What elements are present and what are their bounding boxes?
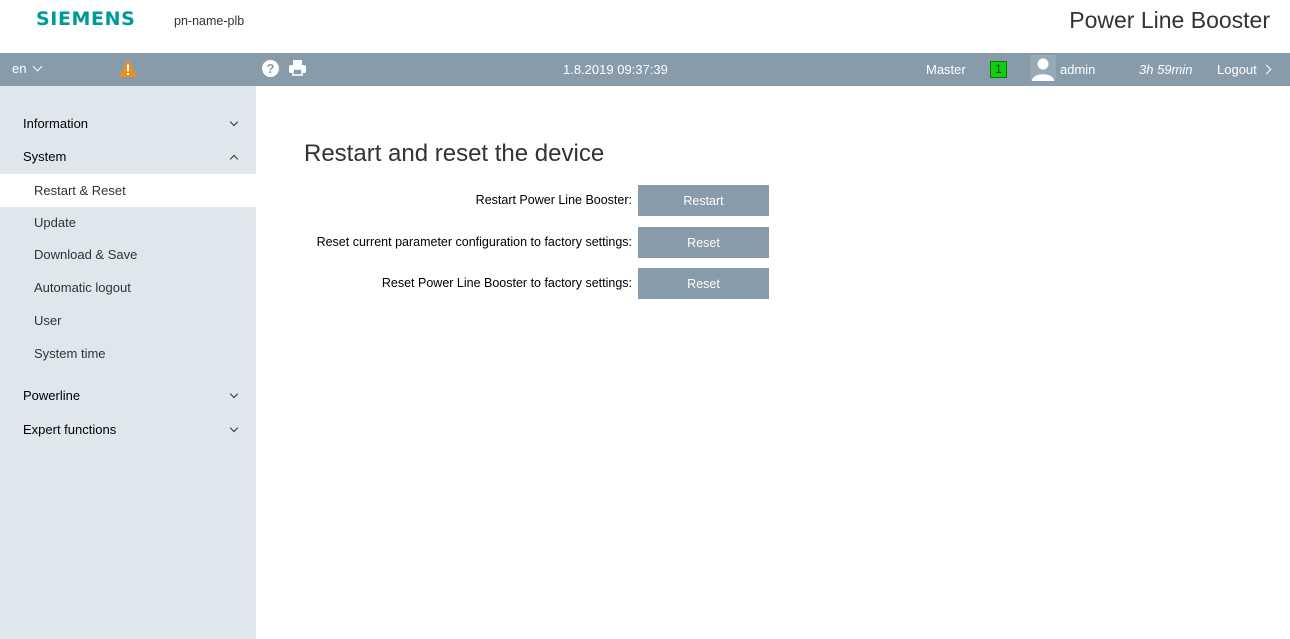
page-title: Restart and reset the device xyxy=(304,140,605,167)
chevron-up-icon xyxy=(229,154,239,164)
nav-update[interactable]: Update xyxy=(0,206,256,239)
sidebar: Information System Restart & Reset Updat… xyxy=(0,86,256,639)
datetime: 1.8.2019 09:37:39 xyxy=(563,62,668,77)
device-name: pn-name-plb xyxy=(174,14,245,28)
warning-triangle-icon[interactable] xyxy=(118,58,138,81)
role-badge: 1 xyxy=(990,61,1007,78)
logout-label: Logout xyxy=(1217,62,1257,77)
nav-download-save[interactable]: Download & Save xyxy=(0,238,256,271)
role-label: Master xyxy=(926,62,966,77)
nav-label: Update xyxy=(34,215,76,230)
chevron-down-icon xyxy=(229,117,239,127)
chevron-down-icon xyxy=(229,423,239,433)
reset-device-label: Reset Power Line Booster to factory sett… xyxy=(381,276,632,290)
chevron-down-icon xyxy=(33,61,43,72)
app-title: Power Line Booster xyxy=(1069,7,1270,33)
nav-label: User xyxy=(34,313,62,328)
nav-label: Powerline xyxy=(23,388,81,403)
nav-label: Automatic logout xyxy=(34,280,131,295)
reset-config-button[interactable]: Reset xyxy=(638,227,769,258)
nav-label: Download & Save xyxy=(34,247,138,262)
nav-automatic-logout[interactable]: Automatic logout xyxy=(0,271,256,304)
language-selector[interactable]: en xyxy=(12,61,43,76)
session-time: 3h 59min xyxy=(1139,62,1193,77)
help-icon[interactable]: ? xyxy=(262,60,279,77)
username: admin xyxy=(1060,62,1096,77)
nav-label: Information xyxy=(23,116,89,131)
language-label: en xyxy=(12,61,27,76)
nav-expert-functions[interactable]: Expert functions xyxy=(0,413,256,446)
nav-information[interactable]: Information xyxy=(0,107,256,140)
chevron-down-icon xyxy=(229,389,239,399)
restart-button[interactable]: Restart xyxy=(638,185,769,216)
nav-label: System time xyxy=(34,346,106,361)
restart-label: Restart Power Line Booster: xyxy=(475,193,632,207)
chevron-right-icon xyxy=(1261,64,1272,75)
reset-config-label: Reset current parameter configuration to… xyxy=(316,235,632,249)
nav-system-time[interactable]: System time xyxy=(0,337,256,370)
nav-restart-reset[interactable]: Restart & Reset xyxy=(0,174,256,207)
nav-label: Restart & Reset xyxy=(34,183,126,198)
user-avatar-icon xyxy=(1030,55,1056,84)
nav-powerline[interactable]: Powerline xyxy=(0,379,256,412)
top-bar: en ? 1.8.2019 09:37:39 Master 1 admin 3h… xyxy=(0,53,1290,86)
nav-label: System xyxy=(23,149,67,164)
printer-icon[interactable] xyxy=(288,59,307,80)
app-header: SIEMENS pn-name-plb Power Line Booster xyxy=(0,0,1290,53)
nav-user[interactable]: User xyxy=(0,304,256,337)
nav-system[interactable]: System xyxy=(0,140,256,173)
siemens-logo: SIEMENS xyxy=(36,8,136,30)
nav-label: Expert functions xyxy=(23,422,117,437)
logout-button[interactable]: Logout xyxy=(1217,62,1272,77)
reset-device-button[interactable]: Reset xyxy=(638,268,769,299)
